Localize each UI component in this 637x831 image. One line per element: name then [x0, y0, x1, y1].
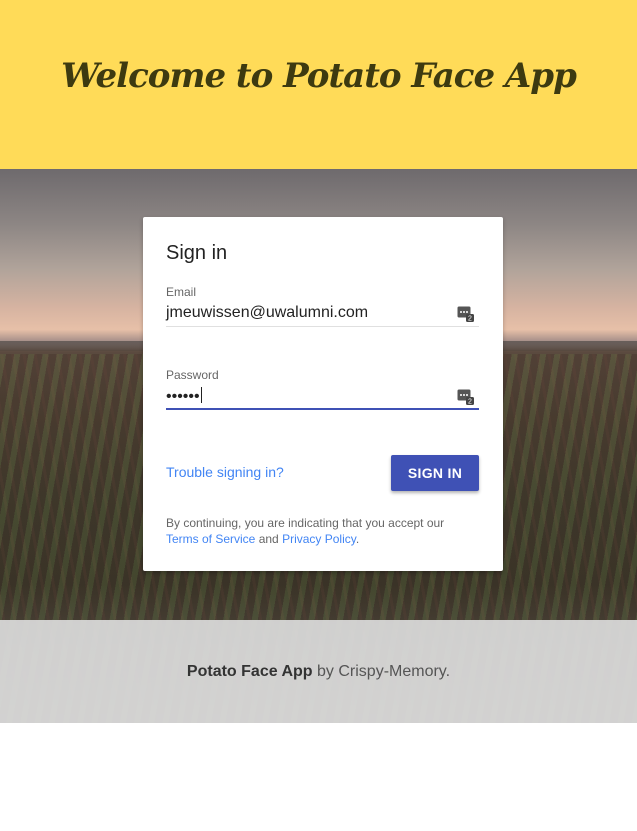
text-caret — [200, 387, 202, 403]
signin-title: Sign in — [166, 242, 228, 264]
email-underline — [166, 326, 479, 327]
terms-of-service-link[interactable]: Terms of Service — [166, 532, 255, 546]
legal-prefix: By continuing, you are indicating that y… — [166, 516, 445, 530]
page-title: Welcome to Potato Face App — [61, 55, 577, 96]
password-field[interactable]: •••••• — [166, 387, 456, 406]
footer: Potato Face App by Crispy-Memory. — [0, 620, 637, 723]
password-underline — [166, 408, 479, 410]
legal-text: By continuing, you are indicating that y… — [166, 515, 486, 547]
password-manager-icon[interactable]: 2 — [457, 306, 475, 322]
sign-in-button[interactable]: SIGN IN — [391, 455, 479, 491]
email-field[interactable]: jmeuwissen@uwalumni.com — [166, 304, 456, 322]
legal-and: and — [258, 532, 279, 546]
trouble-signing-in-link[interactable]: Trouble signing in? — [166, 464, 284, 480]
password-label: Password — [166, 368, 219, 382]
signin-card: Sign in Email jmeuwissen@uwalumni.com 2 … — [143, 217, 503, 571]
svg-text:2: 2 — [468, 316, 472, 323]
password-manager-icon[interactable]: 2 — [457, 389, 475, 405]
password-value: •••••• — [166, 388, 200, 405]
email-label: Email — [166, 285, 197, 299]
legal-suffix: . — [355, 532, 360, 546]
svg-text:2: 2 — [468, 399, 472, 406]
footer-app-name: Potato Face App — [186, 662, 313, 680]
privacy-policy-link[interactable]: Privacy Policy — [282, 532, 356, 546]
header-banner: Welcome to Potato Face App — [0, 0, 637, 169]
footer-credit: by Crispy-Memory. — [317, 662, 451, 680]
